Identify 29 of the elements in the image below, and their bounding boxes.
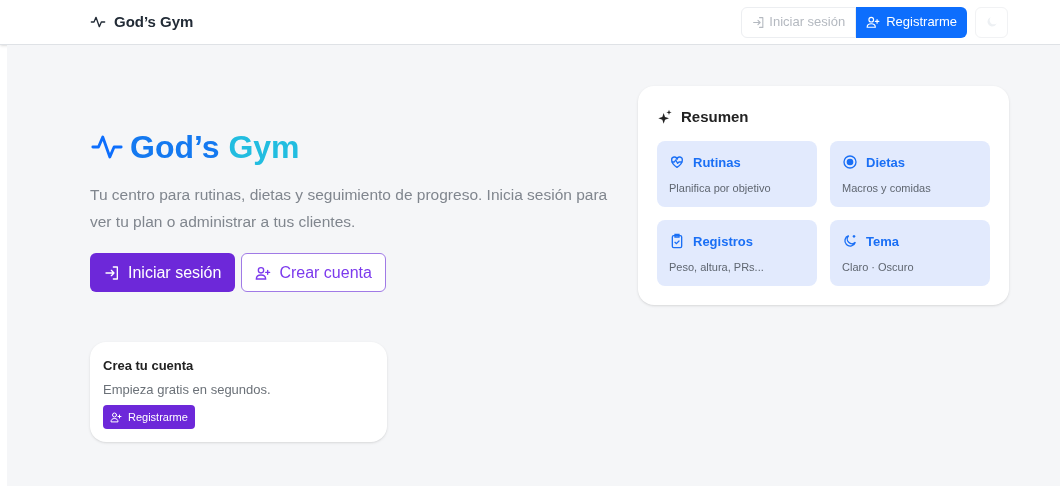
feature-description: Claro · Oscuro <box>842 260 915 275</box>
create-account-button[interactable]: Crear cuenta <box>241 253 386 292</box>
login-icon <box>104 264 120 281</box>
feature-title: Dietas <box>866 153 906 172</box>
user-plus-icon <box>110 411 122 423</box>
target-icon <box>842 154 858 171</box>
feature-title: Rutinas <box>693 153 741 172</box>
user-plus-icon <box>255 264 272 281</box>
summary-title: Resumen <box>681 107 749 127</box>
clipboard-check-icon <box>669 233 685 250</box>
heart-pulse-icon <box>669 154 685 171</box>
login-icon <box>752 15 766 29</box>
feature-description: Peso, altura, PRs... <box>669 260 765 275</box>
register-button[interactable]: Registrarme <box>103 405 195 429</box>
hero-title: God’s Gym <box>130 128 300 167</box>
moon-icon <box>842 233 858 250</box>
brand-name: God’s Gym <box>114 11 194 32</box>
card-text: Empieza gratis en segundos. <box>103 380 272 399</box>
register-button[interactable]: Registrarme <box>856 6 967 38</box>
feature-title: Registros <box>693 232 753 251</box>
pulse-icon <box>90 14 106 30</box>
user-plus-icon <box>866 15 881 29</box>
hero-description: Tu centro para rutinas, dietas y seguimiento de progreso. Inicia sesión para ver tu plan o administrar a tus clientes. <box>90 185 609 232</box>
card-title: Crea tu cuenta <box>103 357 195 375</box>
login-button[interactable]: Iniciar sesión <box>90 253 236 292</box>
sparkles-icon <box>657 109 673 126</box>
feature-description: Planifica por objetivo <box>669 181 772 196</box>
feature-description: Macros y comidas <box>842 181 932 196</box>
feature-title: Tema <box>866 232 899 251</box>
